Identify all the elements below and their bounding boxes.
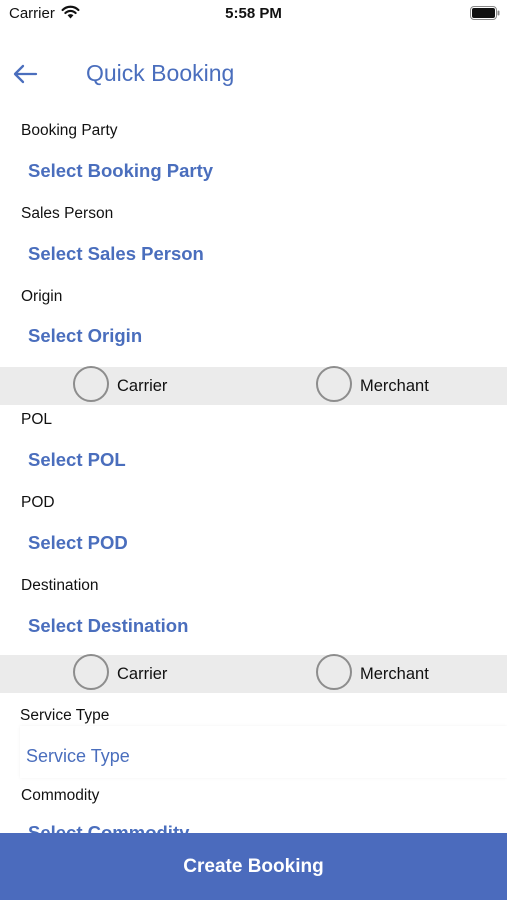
service-type-placeholder: Service Type: [26, 746, 130, 766]
pod-label: POD: [21, 494, 55, 511]
origin-select[interactable]: Select Origin: [28, 325, 142, 347]
battery-icon: [470, 6, 500, 20]
origin-haulage-row: Carrier Merchant: [0, 366, 507, 405]
pol-select[interactable]: Select POL: [28, 449, 126, 471]
origin-merchant-label[interactable]: Merchant: [360, 377, 429, 396]
destination-carrier-label[interactable]: Carrier: [117, 665, 167, 684]
booking-party-select[interactable]: Select Booking Party: [28, 160, 213, 182]
pol-label: POL: [21, 411, 53, 428]
create-booking-button[interactable]: Create Booking: [0, 833, 507, 900]
commodity-label: Commodity: [21, 787, 100, 804]
page-title: Quick Booking: [86, 60, 235, 86]
service-type-field[interactable]: Service Type: [20, 726, 507, 778]
sales-person-select[interactable]: Select Sales Person: [28, 243, 204, 265]
destination-merchant-radio[interactable]: [316, 654, 352, 690]
booking-party-label: Booking Party: [21, 122, 118, 139]
create-booking-label: Create Booking: [183, 856, 324, 877]
destination-label: Destination: [21, 577, 99, 594]
arrow-left-icon[interactable]: [12, 62, 38, 86]
clock: 5:58 PM: [225, 5, 282, 22]
origin-merchant-radio[interactable]: [316, 366, 352, 402]
destination-carrier-radio[interactable]: [73, 654, 109, 690]
service-type-label: Service Type: [20, 707, 110, 724]
sales-person-label: Sales Person: [21, 205, 114, 222]
origin-label: Origin: [21, 288, 63, 305]
origin-carrier-radio[interactable]: [73, 366, 109, 402]
status-bar: Carrier 5:58 PM: [0, 0, 507, 30]
destination-haulage-row: Carrier Merchant: [0, 654, 507, 693]
origin-carrier-label[interactable]: Carrier: [117, 377, 167, 396]
destination-merchant-label[interactable]: Merchant: [360, 665, 429, 684]
destination-select[interactable]: Select Destination: [28, 615, 188, 637]
pod-select[interactable]: Select POD: [28, 532, 128, 554]
